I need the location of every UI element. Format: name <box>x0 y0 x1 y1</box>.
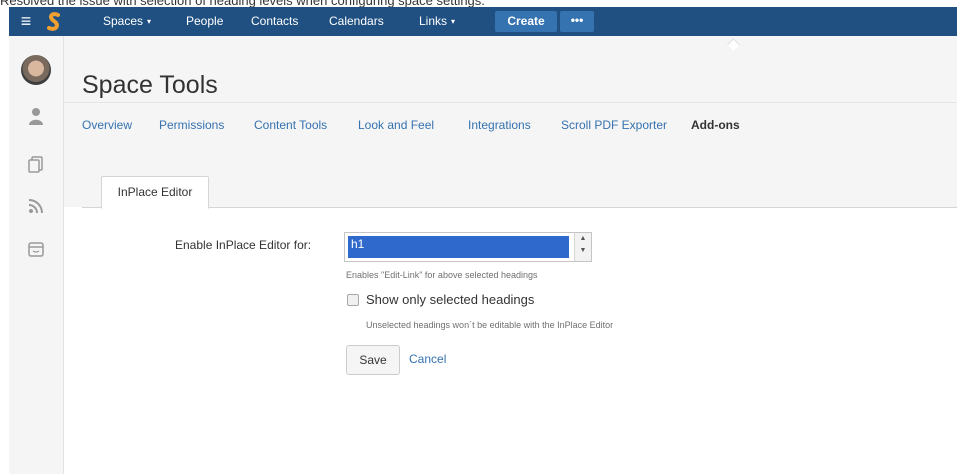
menu-icon[interactable]: ≡ <box>9 7 43 36</box>
tab-inplace-editor[interactable]: InPlace Editor <box>101 176 209 209</box>
avatar[interactable] <box>21 55 51 85</box>
pages-icon[interactable] <box>26 154 46 174</box>
chevron-down-icon: ▾ <box>451 16 456 26</box>
select-option-h1[interactable]: h1 <box>348 236 569 258</box>
cancel-link[interactable]: Cancel <box>409 352 446 366</box>
select-scrollbar[interactable]: ▲ ▼ <box>574 233 591 261</box>
tab-scroll-pdf-exporter[interactable]: Scroll PDF Exporter <box>561 118 667 132</box>
nav-people[interactable]: People <box>186 7 223 36</box>
scroll-down-icon[interactable]: ▼ <box>575 245 591 257</box>
nav-people-label: People <box>186 14 224 28</box>
enable-inplace-editor-label: Enable InPlace Editor for: <box>175 238 312 252</box>
scroll-up-icon[interactable]: ▲ <box>575 233 591 245</box>
nav-links[interactable]: Links ▾ <box>419 7 455 36</box>
show-selected-headings-checkbox[interactable] <box>347 294 359 306</box>
tab-permissions[interactable]: Permissions <box>159 118 224 132</box>
nav-spaces[interactable]: Spaces ▾ <box>103 7 151 36</box>
nav-spaces-label: Spaces <box>103 14 144 28</box>
rss-icon[interactable] <box>26 196 46 216</box>
create-button[interactable]: Create <box>495 11 557 32</box>
top-navigation-bar: ≡ Spaces ▾ People Contacts Calendars Link… <box>9 7 957 36</box>
heading-level-select[interactable]: h1 ▲ ▼ <box>344 232 592 262</box>
nav-calendars-label: Calendars <box>329 14 384 28</box>
tab-content-tools[interactable]: Content Tools <box>254 118 327 132</box>
tab-overview[interactable]: Overview <box>82 118 132 132</box>
nav-contacts-label: Contacts <box>251 14 299 28</box>
more-button[interactable]: ••• <box>560 11 594 32</box>
page-title: Space Tools <box>82 71 218 99</box>
save-button[interactable]: Save <box>346 345 400 375</box>
nav-links-label: Links <box>419 14 448 28</box>
page-header: Space Tools <box>64 36 957 102</box>
checkbox-help-text: Unselected headings won´t be editable wi… <box>366 320 614 330</box>
nav-calendars[interactable]: Calendars <box>329 7 384 36</box>
select-help-text: Enables "Edit-Link" for above selected h… <box>346 270 538 280</box>
show-selected-headings-label[interactable]: Show only selected headings <box>366 292 534 307</box>
chevron-down-icon: ▾ <box>147 16 152 26</box>
tab-look-and-feel[interactable]: Look and Feel <box>358 118 434 132</box>
calendar-icon[interactable] <box>26 239 46 259</box>
nav-contacts[interactable]: Contacts <box>251 7 298 36</box>
user-icon[interactable] <box>26 106 46 126</box>
space-tools-tabs: Overview Permissions Content Tools Look … <box>64 102 957 150</box>
inner-tab-divider <box>82 207 957 208</box>
tab-add-ons[interactable]: Add-ons <box>691 118 740 132</box>
confluence-logo-icon[interactable] <box>47 12 61 32</box>
space-sidebar <box>9 36 64 474</box>
tab-integrations[interactable]: Integrations <box>468 118 531 132</box>
